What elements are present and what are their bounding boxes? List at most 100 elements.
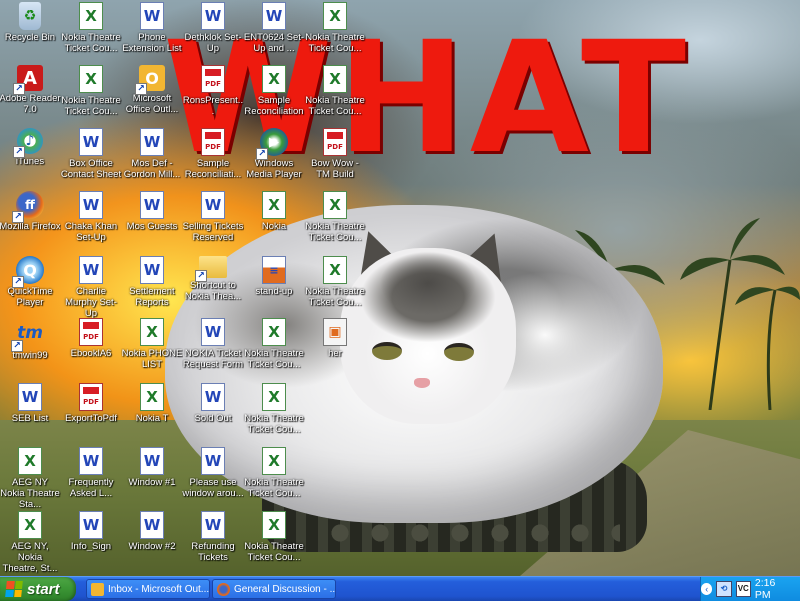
desktop-icon[interactable]: ffMozilla Firefox: [0, 191, 61, 232]
desktop-icon-label: Box Office Contact Sheet: [60, 158, 122, 180]
desktop-icon[interactable]: W Dethklok Set-Up: [182, 2, 244, 54]
desktop-icon-label: Nokia Theatre Ticket Cou...: [244, 348, 304, 370]
desktop-icon[interactable]: X Nokia Theatre Ticket Cou...: [60, 65, 122, 117]
desktop-icon-label: Nokia Theatre Ticket Cou...: [244, 413, 304, 435]
desktop-icon[interactable]: X Nokia: [243, 191, 305, 232]
desktop-icon[interactable]: X Nokia PHONE LIST: [121, 318, 183, 370]
desktop-icon[interactable]: W Mos Def - Gordon Mill...: [121, 128, 183, 180]
desktop-icon-label: Nokia Theatre Ticket Cou...: [305, 286, 365, 308]
desktop-icon[interactable]: W Box Office Contact Sheet: [60, 128, 122, 180]
desktop-icon[interactable]: X AEG NY, Nokia Theatre, St...: [0, 511, 61, 574]
word-icon: W: [140, 128, 164, 156]
firefox-icon: [217, 582, 230, 596]
excel-icon: X: [262, 191, 286, 219]
desktop-icon[interactable]: PDF ExportToPdf: [60, 383, 122, 424]
desktop-icon[interactable]: W Window #2: [121, 511, 183, 552]
desktop-icon-label: Sample Reconciliation: [244, 95, 304, 117]
word-icon: W: [140, 2, 164, 30]
desktop-icon[interactable]: W Sold Out: [182, 383, 244, 424]
word-icon: W: [201, 2, 225, 30]
taskbar-item-inbox[interactable]: Inbox - Microsoft Out...: [86, 579, 210, 599]
desktop-icon[interactable]: W Frequently Asked L...: [60, 447, 122, 499]
desktop-icon[interactable]: Shortcut to Nokia Thea...: [182, 256, 244, 302]
desktop-icon[interactable]: X Nokia Theatre Ticket Cou...: [243, 318, 305, 370]
desktop-icon[interactable]: X Nokia T: [121, 383, 183, 424]
windows-media-player-icon: ▶: [256, 128, 288, 160]
desktop-icon[interactable]: W SEB List: [0, 383, 61, 424]
desktop-icon[interactable]: W Mos Guests: [121, 191, 183, 232]
desktop-icon-label: Mos Guests: [126, 221, 178, 232]
excel-icon: X: [262, 447, 286, 475]
desktop-icon-label: Please use window arou...: [182, 477, 244, 499]
vc-icon[interactable]: VC: [735, 581, 751, 597]
desktop-icon[interactable]: X Nokia Theatre Ticket Cou...: [243, 511, 305, 563]
desktop-icon[interactable]: ▶Windows Media Player: [243, 128, 305, 180]
excel-icon: X: [262, 383, 286, 411]
quicktime-icon: Q: [12, 256, 44, 288]
desktop-icon-label: stand-up: [255, 286, 293, 297]
word-icon: W: [201, 191, 225, 219]
desktop-icon[interactable]: W Please use window arou...: [182, 447, 244, 499]
network-icon[interactable]: ⟲: [716, 581, 732, 597]
desktop-icon[interactable]: PDF RonsPresent...: [182, 65, 244, 117]
desktop-icon[interactable]: ♪iTunes: [0, 128, 61, 167]
desktop-icon[interactable]: PDF Sample Reconciliati...: [182, 128, 244, 180]
taskbar-item-general-discussion[interactable]: General Discussion - ...: [212, 579, 336, 599]
desktop-icon[interactable]: W Window #1: [121, 447, 183, 488]
desktop-icon-label: Sample Reconciliati...: [184, 158, 242, 180]
desktop-icon[interactable]: X Sample Reconciliation: [243, 65, 305, 117]
desktop-icon[interactable]: X Nokia Theatre Ticket Cou...: [243, 447, 305, 499]
desktop-icon-label: RonsPresent...: [182, 95, 244, 117]
word-icon: W: [201, 447, 225, 475]
desktop-icon[interactable]: W ENT0624 Set-Up and ...: [243, 2, 305, 54]
image-icon: ▣: [323, 318, 347, 346]
desktop-icon[interactable]: ▣ her: [304, 318, 366, 359]
desktop-icon[interactable]: PDF Bow Wow - TM Build: [304, 128, 366, 180]
word-icon: W: [79, 511, 103, 539]
desktop-icon-label: AEG NY, Nokia Theatre, St...: [2, 541, 58, 574]
desktop-icon[interactable]: tmtmwin99: [0, 318, 61, 361]
desktop-icon[interactable]: X AEG NY Nokia Theatre Sta...: [0, 447, 61, 510]
start-button[interactable]: start: [0, 577, 76, 601]
desktop-icon[interactable]: OMicrosoft Office Outl...: [121, 65, 183, 115]
desktop-icon[interactable]: W Chaka Khan Set-Up: [60, 191, 122, 243]
desktop-icon-label: her: [328, 348, 342, 359]
desktop-icon-label: Nokia Theatre Ticket Cou...: [305, 32, 365, 54]
back-arrow-icon[interactable]: ‹: [701, 583, 713, 595]
desktop-icon[interactable]: ♻ Recycle Bin: [0, 2, 61, 43]
desktop-icon[interactable]: W Refunding Tickets: [182, 511, 244, 563]
word-icon: W: [140, 191, 164, 219]
desktop-icon-label: Settlement Reports: [129, 286, 175, 308]
clock[interactable]: 2:16 PM: [755, 577, 792, 601]
desktop-icon[interactable]: W Selling Tickets Reserved: [182, 191, 244, 243]
desktop-icon-label: Phone Extension List: [122, 32, 182, 54]
tank-wheels: [320, 520, 620, 546]
desktop-icon[interactable]: AAdobe Reader 7.0: [0, 65, 61, 115]
desktop-icon-label: NOKIA Ticket Request Form: [182, 348, 244, 370]
pdf-icon: PDF: [323, 128, 347, 156]
desktop-icon[interactable]: W Settlement Reports: [121, 256, 183, 308]
word-icon: W: [262, 2, 286, 30]
word-icon: W: [140, 511, 164, 539]
desktop-icon[interactable]: W Charlie Murphy Set-Up: [60, 256, 122, 319]
desktop-icon[interactable]: X Nokia Theatre Ticket Cou...: [304, 256, 366, 308]
desktop-icon[interactable]: X Nokia Theatre Ticket Cou...: [304, 191, 366, 243]
desktop-icon[interactable]: QQuickTime Player: [0, 256, 61, 308]
desktop-icon[interactable]: W Info_Sign: [60, 511, 122, 552]
desktop-icon[interactable]: X Nokia Theatre Ticket Cou...: [304, 65, 366, 117]
desktop-icon[interactable]: X Nokia Theatre Ticket Cou...: [60, 2, 122, 54]
desktop-icon[interactable]: W NOKIA Ticket Request Form: [182, 318, 244, 370]
excel-icon: X: [323, 65, 347, 93]
desktop-icon[interactable]: W Phone Extension List: [121, 2, 183, 54]
desktop-icon[interactable]: ≡ stand-up: [243, 256, 305, 297]
desktop-icon[interactable]: PDF EbooklA6: [60, 318, 122, 359]
desktop-icon-label: Recycle Bin: [4, 32, 56, 43]
desktop-icon-label: Chaka Khan Set-Up: [64, 221, 118, 243]
desktop-icon-label: Nokia Theatre Ticket Cou...: [244, 477, 304, 499]
desktop-icon[interactable]: X Nokia Theatre Ticket Cou...: [304, 2, 366, 54]
cat-eye-left: [372, 342, 402, 360]
desktop-icon-label: EbooklA6: [70, 348, 112, 359]
desktop-icon-label: Nokia Theatre Ticket Cou...: [61, 32, 121, 54]
firefox-icon: ff: [12, 191, 44, 223]
desktop-icon[interactable]: X Nokia Theatre Ticket Cou...: [243, 383, 305, 435]
